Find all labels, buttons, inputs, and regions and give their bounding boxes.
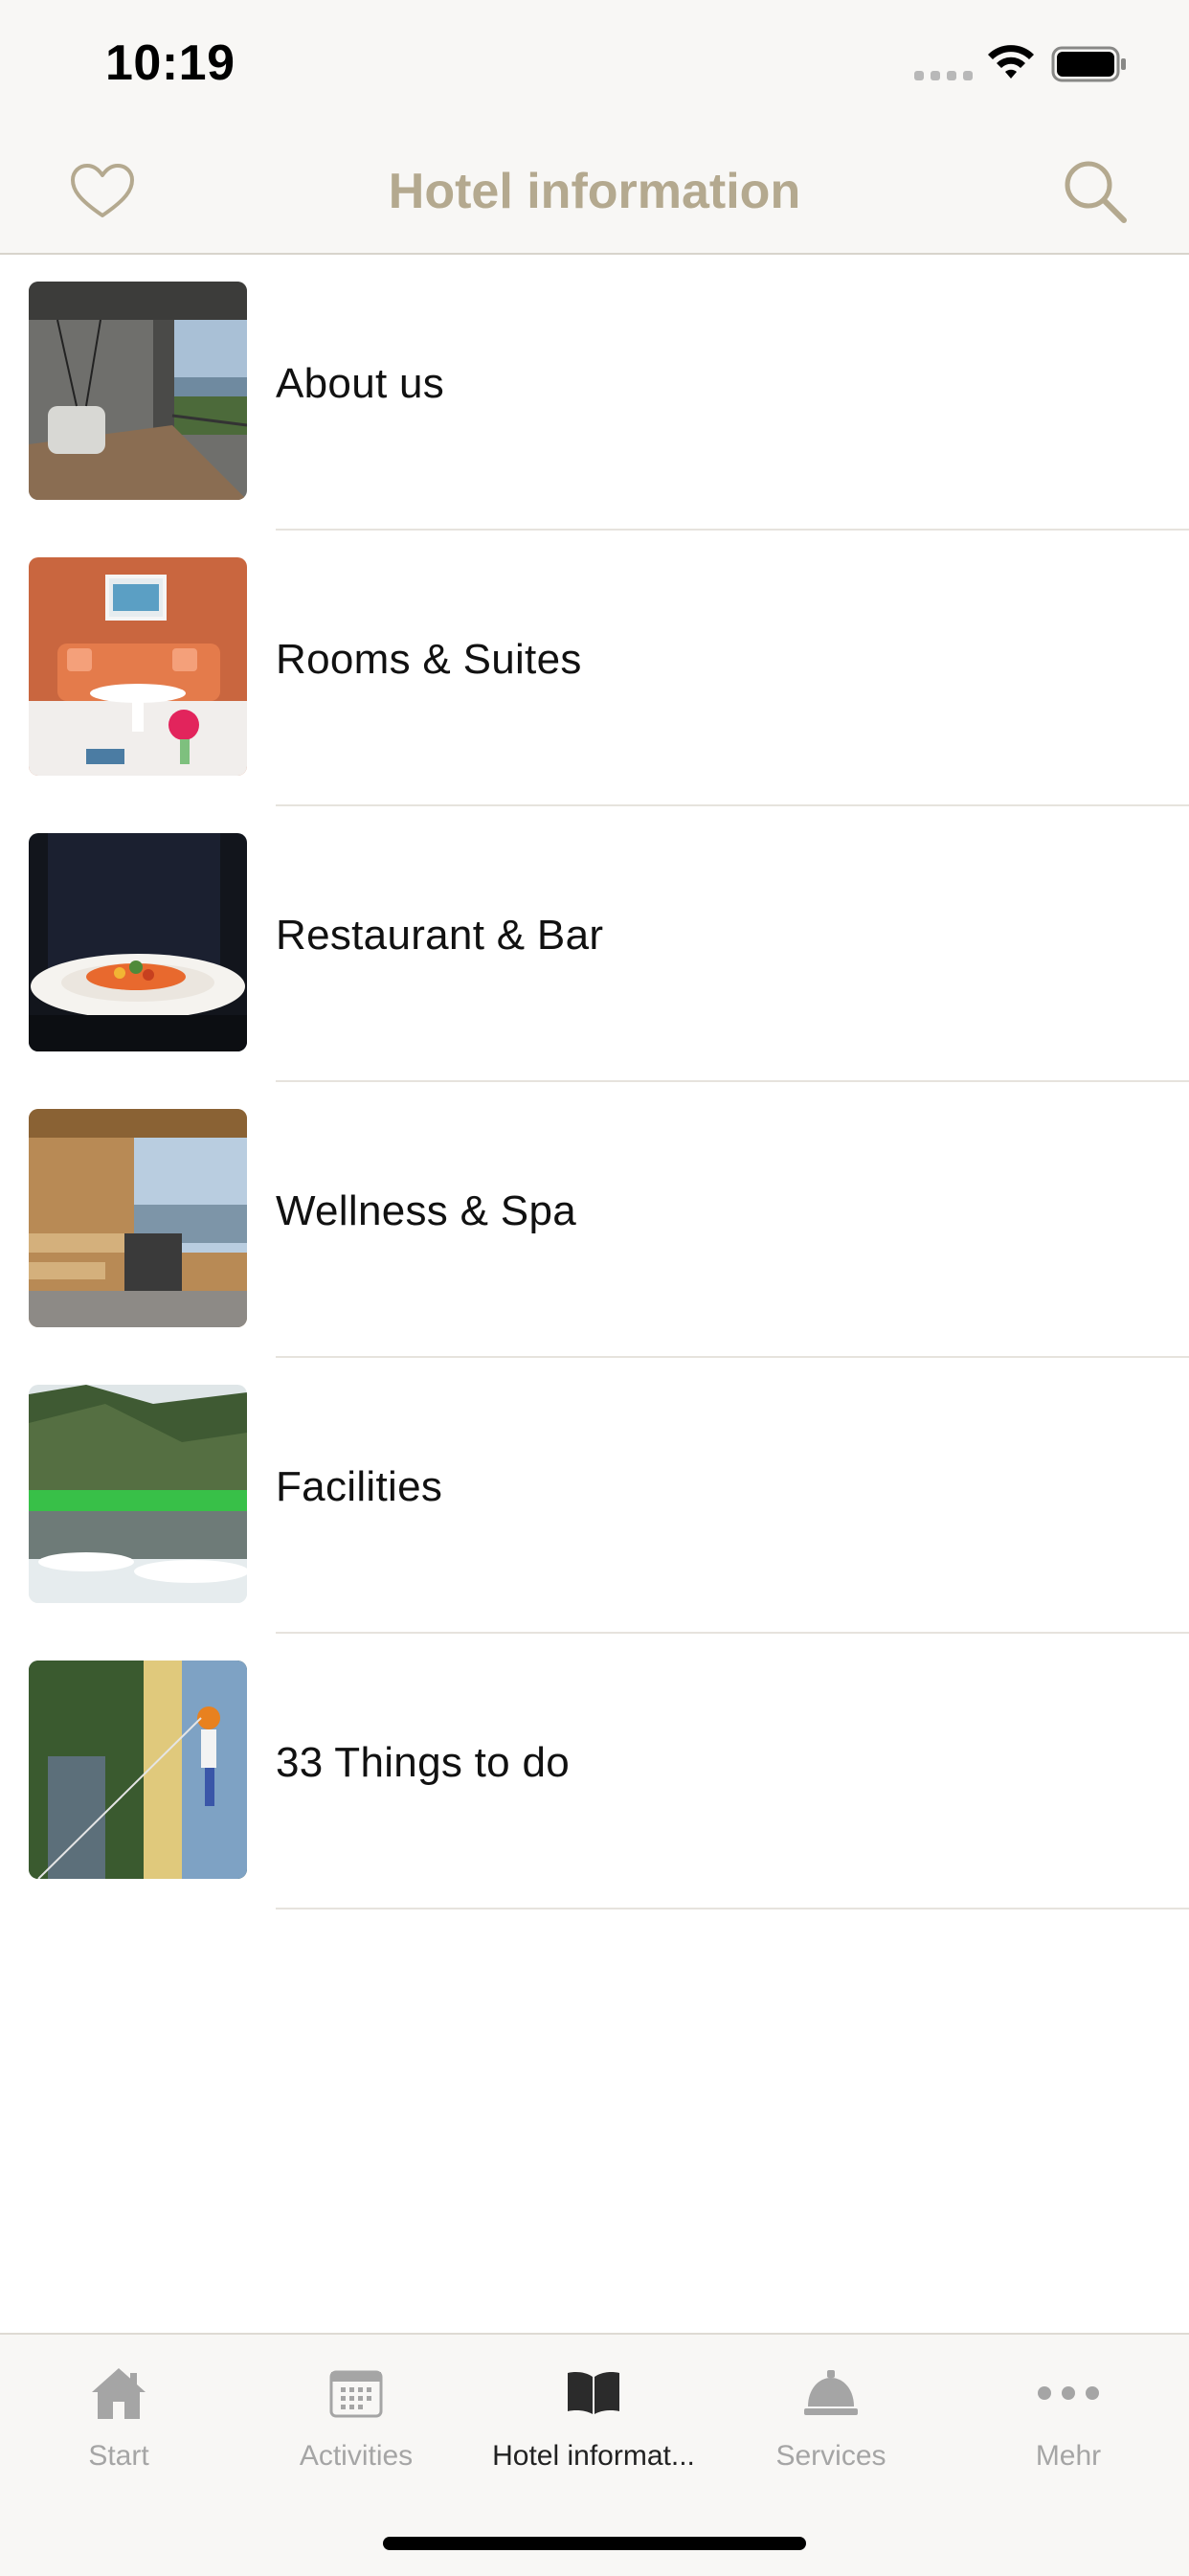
signal-icon [914,71,973,80]
navigation-bar: Hotel information [0,134,1189,255]
calendar-icon [237,2360,475,2427]
item-label: Facilities [276,1463,443,1510]
home-icon [0,2360,237,2427]
status-time: 10:19 [105,35,236,91]
tab-label: Hotel informat... [492,2440,695,2472]
home-indicator[interactable] [383,2537,806,2550]
item-label: About us [276,360,445,407]
tab-more[interactable]: Mehr [950,2335,1187,2507]
list-item-wellness-spa[interactable]: Wellness & Spa [0,1082,1189,1358]
book-icon [475,2360,712,2427]
list-item-things-to-do[interactable]: 33 Things to do [0,1634,1189,1909]
tab-start[interactable]: Start [0,2335,237,2507]
item-label: 33 Things to do [276,1739,571,1786]
tab-label: Start [88,2440,149,2472]
thumbnail-about-us [29,282,247,500]
list-item-facilities[interactable]: Facilities [0,1358,1189,1634]
tab-label: Services [775,2440,886,2472]
divider [276,1908,1189,1909]
list-item-restaurant-bar[interactable]: Restaurant & Bar [0,806,1189,1082]
item-label: Wellness & Spa [276,1187,576,1234]
status-bar: 10:19 [0,0,1189,134]
more-icon [950,2360,1187,2427]
wifi-icon [986,44,1036,87]
list-item-about-us[interactable]: About us [0,255,1189,531]
tab-label: Activities [299,2440,414,2472]
tab-hotel-information[interactable]: Hotel informat... [475,2335,712,2507]
tab-services[interactable]: Services [712,2335,950,2507]
tab-label: Mehr [1035,2440,1102,2472]
tab-activities[interactable]: Activities [237,2335,475,2507]
thumbnail-facilities [29,1385,247,1603]
search-icon[interactable] [1061,157,1130,226]
page-title: Hotel information [388,164,801,219]
battery-icon [1051,46,1128,87]
thumbnail-wellness-spa [29,1109,247,1327]
item-label: Restaurant & Bar [276,912,604,959]
list-item-rooms-suites[interactable]: Rooms & Suites [0,531,1189,806]
hotel-info-list: About us Rooms & Suites Restaurant & Bar… [0,255,1189,1909]
thumbnail-things-to-do [29,1661,247,1879]
item-label: Rooms & Suites [276,636,582,683]
service-bell-icon [712,2360,950,2427]
thumbnail-restaurant-bar [29,833,247,1051]
thumbnail-rooms-suites [29,557,247,776]
